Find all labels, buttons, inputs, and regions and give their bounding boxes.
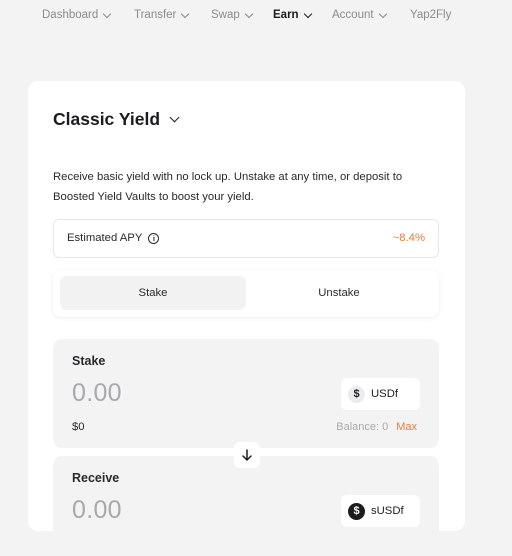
apy-label-group: Estimated APY i	[67, 232, 160, 244]
nav-item-swap[interactable]: Swap	[211, 9, 254, 21]
tab-unstake[interactable]: Unstake	[246, 276, 432, 310]
receive-token-name: sUSDf	[371, 505, 404, 517]
max-button[interactable]: Max	[396, 421, 417, 433]
stake-unstake-tabs: Stake Unstake	[53, 270, 439, 317]
stake-panel-title: Stake	[72, 354, 106, 368]
nav-label: Account	[332, 9, 374, 21]
arrow-down-icon	[242, 449, 252, 461]
nav-label: Yap2Fly	[410, 9, 452, 21]
chevron-down-icon	[303, 9, 312, 18]
stake-token-selector[interactable]: $ USDf	[341, 378, 420, 410]
receive-token: $ sUSDf	[341, 495, 420, 527]
yield-card: Classic Yield Receive basic yield with n…	[28, 81, 465, 556]
nav-label: Transfer	[134, 9, 177, 21]
nav-item-dashboard[interactable]: Dashboard	[42, 9, 112, 21]
chevron-down-icon	[103, 9, 112, 18]
nav-item-earn[interactable]: Earn	[273, 9, 312, 21]
apy-label: Estimated APY	[67, 232, 143, 244]
apy-value: ~8.4%	[392, 232, 425, 244]
balance-row: Balance: 0 Max	[336, 421, 417, 433]
chevron-down-icon	[181, 9, 190, 18]
nav-label: Earn	[273, 9, 299, 21]
nav-item-account[interactable]: Account	[332, 9, 387, 21]
dollar-coin-icon: $	[348, 502, 365, 520]
tab-stake[interactable]: Stake	[60, 276, 246, 310]
nav-item-transfer[interactable]: Transfer	[134, 9, 190, 21]
chevron-down-icon	[244, 9, 254, 18]
swap-direction-button[interactable]	[234, 442, 260, 468]
receive-panel-title: Receive	[72, 471, 120, 485]
stake-token-name: USDf	[371, 388, 398, 400]
chevron-down-icon	[169, 112, 180, 123]
receive-amount: 0.00	[72, 496, 122, 524]
yield-type-selector[interactable]: Classic Yield	[53, 109, 180, 130]
balance-label: Balance: 0	[336, 421, 389, 433]
nav-item-yap2fly[interactable]: Yap2Fly	[410, 9, 451, 21]
card-description: Receive basic yield with no lock up. Uns…	[53, 171, 403, 203]
top-nav: Dashboard Transfer Swap Earn Account Yap…	[0, 0, 512, 32]
info-icon[interactable]: i	[148, 232, 160, 244]
apy-row: Estimated APY i ~8.4%	[53, 219, 439, 258]
nav-label: Swap	[211, 9, 240, 21]
card-title: Classic Yield	[53, 109, 161, 129]
stake-panel: Stake 0.00 $0 $ USDf Balance: 0 Max	[53, 339, 439, 448]
nav-label: Dashboard	[42, 9, 99, 21]
chevron-down-icon	[378, 9, 387, 18]
stake-usd-value: $0	[72, 421, 85, 433]
receive-panel: Receive 0.00 $ sUSDf	[53, 456, 439, 556]
dollar-coin-icon: $	[348, 385, 365, 403]
stake-amount-input[interactable]: 0.00	[72, 379, 122, 408]
